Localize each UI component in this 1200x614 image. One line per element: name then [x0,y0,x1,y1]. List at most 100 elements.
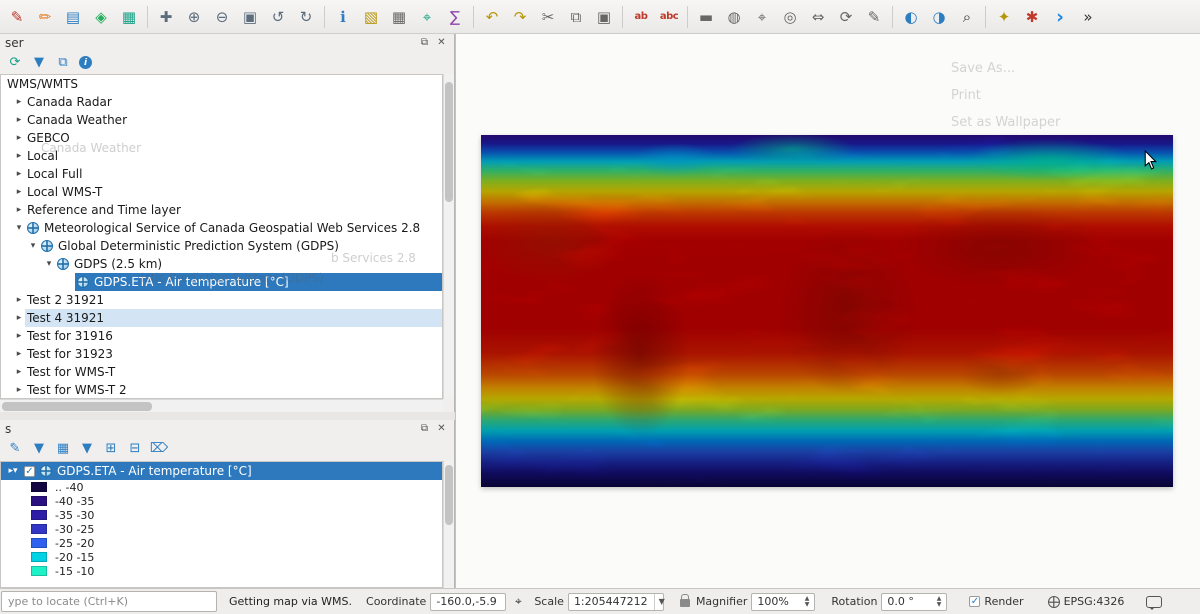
spinner-arrows-icon[interactable]: ▲▼ [937,596,942,608]
metasearch-icon[interactable]: ◐ [898,4,924,30]
plugin-icon[interactable]: ✦ [991,4,1017,30]
change-label-icon[interactable]: ✎ [861,4,887,30]
paste-features-icon[interactable]: ▣ [591,4,617,30]
layer-visibility-checkbox[interactable]: ✓ [24,466,35,477]
tree-item-canada-radar[interactable]: Canada Radar [1,93,442,111]
panel-splitter[interactable] [0,412,455,420]
chevron-down-icon[interactable]: ▾ [7,466,19,476]
lock-scale-icon[interactable] [680,599,690,607]
properties-info-icon[interactable]: i [79,56,92,69]
select-features-icon[interactable]: ▧ [358,4,384,30]
chevron-down-icon[interactable]: ▼ [654,594,665,610]
tree-item-canada-weather[interactable]: Canada Weather [1,111,442,129]
toolbar-overflow-icon[interactable]: » [1075,4,1101,30]
tree-item-reference-and-time-layer[interactable]: Reference and Time layer [1,201,442,219]
chevron-right-icon[interactable] [13,205,25,215]
redo-icon[interactable]: ↷ [507,4,533,30]
pin-labels-icon[interactable]: ⌖ [749,4,775,30]
tree-item-gdps-2-5km[interactable]: GDPS (2.5 km) [1,255,442,273]
map-canvas[interactable]: Save As... Print Set as Wallpaper [455,34,1200,588]
measure-line-icon[interactable]: ⌖ [414,4,440,30]
scale-combobox[interactable]: 1:205447212 ▼ [568,593,664,611]
save-layer-edits-icon[interactable]: ▤ [60,4,86,30]
scrollbar-thumb[interactable] [2,402,152,411]
tree-item-gdps[interactable]: Global Deterministic Prediction System (… [1,237,442,255]
browser-horizontal-scrollbar[interactable] [0,399,443,412]
expand-all-icon[interactable]: ⊞ [103,441,119,457]
collapse-all-icon[interactable]: ⧉ [55,55,71,71]
form-annotation-icon[interactable]: abc [656,4,682,30]
chevron-right-icon[interactable] [13,313,25,323]
scrollbar-thumb[interactable] [445,465,453,525]
layer-labeling-icon[interactable]: ▬ [693,4,719,30]
crs-globe-icon[interactable] [1048,596,1060,608]
chevron-right-icon[interactable] [13,97,25,107]
tree-item-test-for-wms-t-2[interactable]: Test for WMS-T 2 [1,381,442,399]
tree-item-test-for-wms-t[interactable]: Test for WMS-T [1,363,442,381]
tree-item-msc-geospatial-web-services[interactable]: Meteorological Service of Canada Geospat… [1,219,442,237]
layer-diagram-icon[interactable]: ◍ [721,4,747,30]
zoom-last-icon[interactable]: ↺ [265,4,291,30]
scrollbar-thumb[interactable] [445,82,453,202]
undo-icon[interactable]: ↶ [479,4,505,30]
show-map-themes-icon[interactable]: ▦ [116,4,142,30]
chevron-right-icon[interactable] [13,385,25,395]
statistical-summary-icon[interactable]: ∑ [442,4,468,30]
chevron-down-icon[interactable] [43,259,55,269]
remove-layer-icon[interactable]: ⌦ [151,441,167,457]
browser-vertical-scrollbar[interactable] [443,74,454,399]
chevron-right-icon[interactable] [13,367,25,377]
rotate-label-icon[interactable]: ⟳ [833,4,859,30]
identify-features-icon[interactable]: ℹ [330,4,356,30]
crs-value[interactable]: EPSG:4326 [1064,595,1125,608]
chevron-right-icon[interactable] [13,295,25,305]
chevron-right-icon[interactable] [13,187,25,197]
chevron-right-icon[interactable] [13,115,25,125]
float-panel-icon[interactable]: ⧉ [417,36,432,50]
copy-features-icon[interactable]: ⧉ [563,4,589,30]
filter-expression-icon[interactable]: ▼ [79,441,95,457]
chevron-down-icon[interactable] [13,223,25,233]
refresh-icon[interactable]: ⟳ [7,55,23,71]
chevron-right-icon[interactable] [13,331,25,341]
zoom-in-icon[interactable]: ⊕ [181,4,207,30]
new-vector-layer-icon[interactable]: ◈ [88,4,114,30]
move-label-icon[interactable]: ⇔ [805,4,831,30]
web-globe-icon[interactable]: ◑ [926,4,952,30]
extents-icon[interactable]: ⌖ [510,594,526,610]
chevron-right-icon[interactable] [13,151,25,161]
tree-item-test-for-31916[interactable]: Test for 31916 [1,327,442,345]
current-edits-icon[interactable]: ✎ [4,4,30,30]
expand-toolbar-icon[interactable]: › [1047,4,1073,30]
tree-item-local-wms-t[interactable]: Local WMS-T [1,183,442,201]
map-themes-icon[interactable]: ▦ [55,441,71,457]
render-checkbox[interactable]: ✓ [969,596,980,607]
rotation-spinner[interactable]: 0.0 ° ▲▼ [881,593,947,611]
open-attribute-table-icon[interactable]: ▦ [386,4,412,30]
coordinate-input[interactable]: -160.0,-5.9 [430,593,506,611]
tree-item-wms-wmts[interactable]: WMS/WMTS [1,75,442,93]
layer-item-gdps-eta-air-temperature[interactable]: ▾ ✓ GDPS.ETA - Air temperature [°C] [1,462,442,480]
layers-vertical-scrollbar[interactable] [443,461,454,588]
messages-bubble-icon[interactable] [1146,596,1162,608]
open-layer-styling-icon[interactable]: ✎ [7,441,23,457]
tree-item-gdps-eta-air-temperature[interactable]: GDPS.ETA - Air temperature [°C] [1,273,442,291]
search-layers-icon[interactable]: ⌕ [954,4,980,30]
zoom-next-icon[interactable]: ↻ [293,4,319,30]
chevron-right-icon[interactable] [13,133,25,143]
highlight-pinned-labels-icon[interactable]: ◎ [777,4,803,30]
close-panel-icon[interactable]: ✕ [434,422,449,436]
chevron-right-icon[interactable] [13,349,25,359]
toggle-editing-icon[interactable]: ✏ [32,4,58,30]
text-annotation-icon[interactable]: ab [628,4,654,30]
magnifier-spinner[interactable]: 100% ▲▼ [751,593,815,611]
close-panel-icon[interactable]: ✕ [434,36,449,50]
collapse-all-icon[interactable]: ⊟ [127,441,143,457]
tree-item-test-2-31921[interactable]: Test 2 31921 [1,291,442,309]
tree-item-test-for-31923[interactable]: Test for 31923 [1,345,442,363]
tree-item-local-full[interactable]: Local Full [1,165,442,183]
bug-report-icon[interactable]: ✱ [1019,4,1045,30]
tree-item-local[interactable]: Local [1,147,442,165]
zoom-full-icon[interactable]: ▣ [237,4,263,30]
chevron-right-icon[interactable] [13,169,25,179]
